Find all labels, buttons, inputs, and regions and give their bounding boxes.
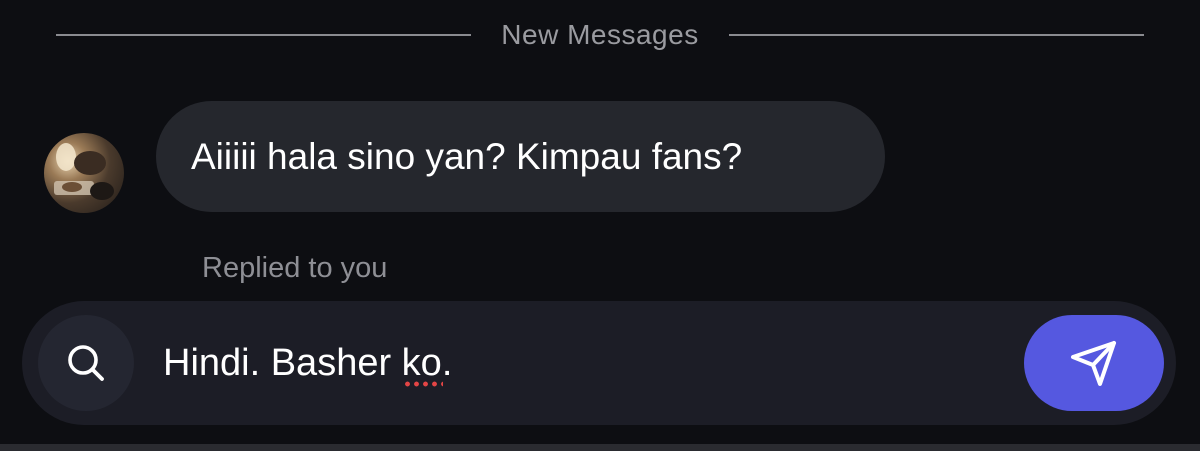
sender-avatar[interactable] [44,133,124,213]
message-text: Aiiiii hala sino yan? Kimpau fans? [191,135,743,177]
replied-to-you-label: Replied to you [202,252,388,284]
misspelled-word-text: ko [401,342,442,384]
message-input[interactable]: Hindi. Basher ko. [163,333,452,393]
bottom-edge-bar [0,444,1200,451]
message-input-text-end: . [441,342,453,384]
message-input-text: Hindi. Basher [163,342,402,384]
search-icon [68,345,104,381]
divider-line-right [728,34,1144,36]
search-button[interactable] [38,315,134,411]
message-composer[interactable]: Hindi. Basher ko. [22,301,1176,425]
send-button[interactable] [1024,315,1164,411]
misspelled-word[interactable]: ko [401,333,443,393]
new-messages-divider: New Messages [56,14,1144,56]
message-bubble[interactable]: Aiiiii hala sino yan? Kimpau fans? [156,101,885,212]
new-messages-label: New Messages [501,19,699,50]
spellcheck-underline [402,381,443,387]
avatar-photo-icon [54,143,114,200]
send-icon [1071,341,1116,386]
divider-line-left [56,34,472,36]
